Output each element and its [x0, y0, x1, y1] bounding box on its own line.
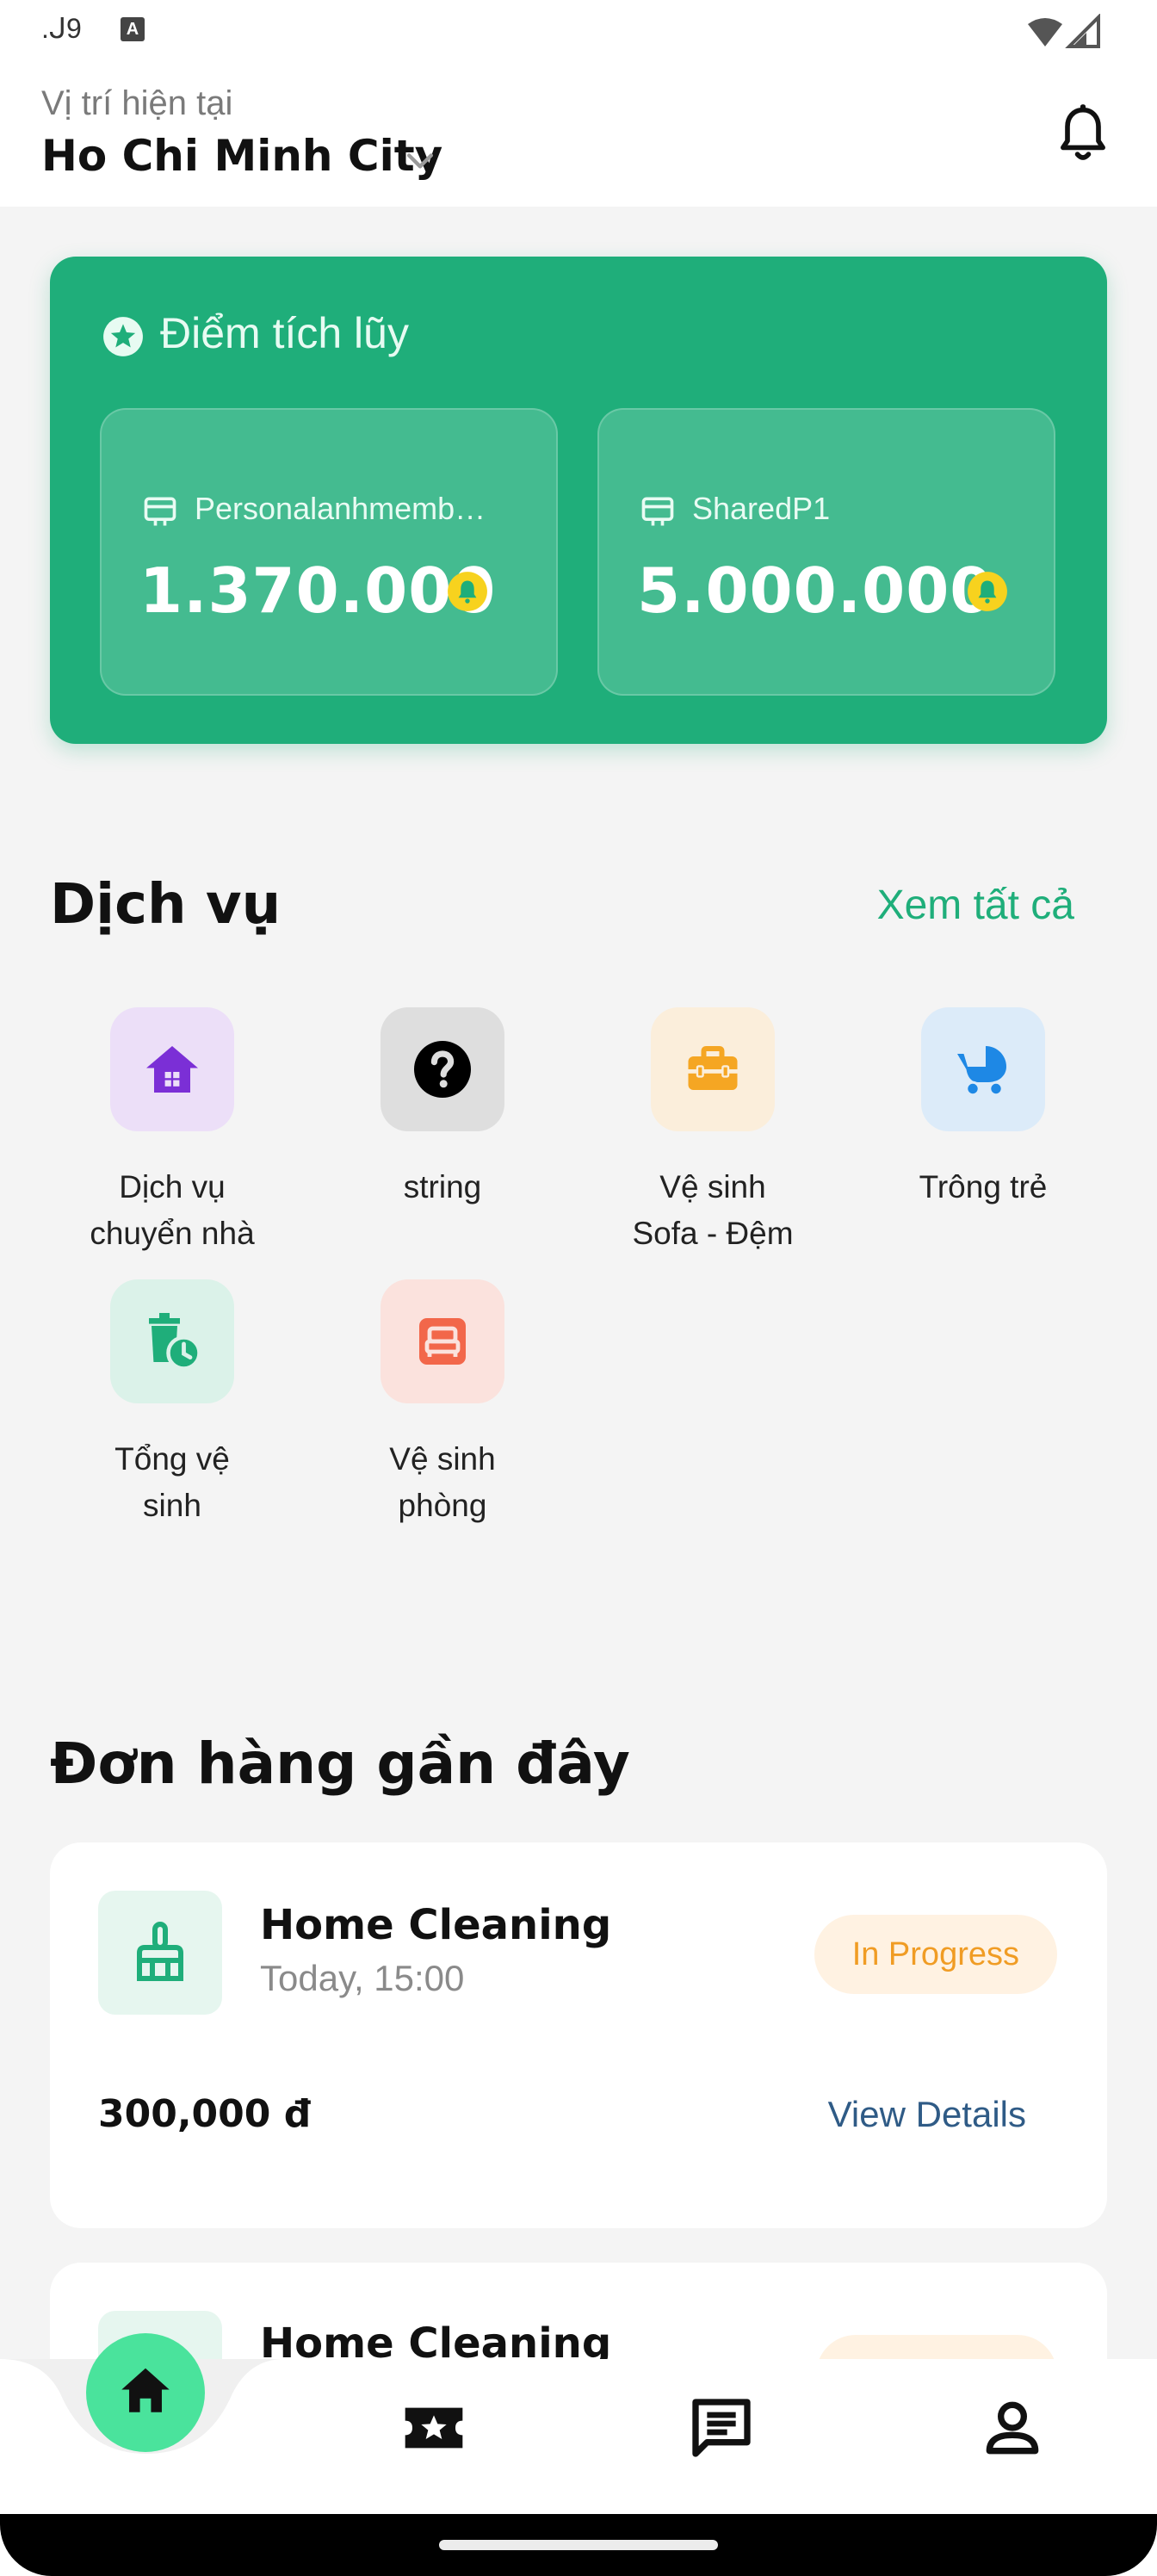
home-icon — [121, 2368, 170, 2412]
order-price: 300,000 đ — [98, 2092, 312, 2136]
gesture-handle[interactable] — [439, 2540, 718, 2550]
view-details-link[interactable]: View Details — [828, 2094, 1026, 2135]
location-selector[interactable]: Ho Chi Minh City — [41, 131, 442, 181]
wallet-balance: 5.000.000 — [637, 554, 994, 627]
points-card: Điểm tích lũy Personalanhmemb… 1.370.000… — [50, 257, 1107, 744]
status-time: .ᒍ9 — [41, 13, 82, 44]
service-icon-box — [110, 1007, 234, 1131]
coin-icon — [968, 572, 1007, 611]
order-time: Today, 15:00 — [260, 1958, 465, 1998]
ticket-star-icon — [405, 2407, 463, 2449]
nav-vouchers[interactable] — [399, 2393, 468, 2462]
stroller-icon — [957, 1046, 1006, 1097]
service-item-general-cleaning[interactable]: Tổng vệ sinh — [43, 1279, 301, 1529]
house-icon — [146, 1046, 198, 1093]
wallet-card-shared[interactable]: SharedP1 5.000.000 — [597, 408, 1055, 696]
location-header: Vị trí hiện tại Ho Chi Minh City — [0, 62, 1157, 207]
service-label: string — [403, 1169, 482, 1204]
service-item-string[interactable]: string — [313, 1007, 572, 1211]
card-icon — [144, 497, 176, 526]
nav-home[interactable] — [86, 2333, 205, 2452]
service-label: sinh — [143, 1488, 201, 1523]
question-icon — [414, 1041, 471, 1098]
bed-icon — [419, 1318, 466, 1365]
signal-wifi-icons — [1028, 14, 1100, 48]
service-icon-box — [381, 1279, 504, 1403]
service-label: phòng — [398, 1488, 487, 1523]
card-icon — [641, 497, 674, 526]
service-label: Dịch vụ — [119, 1169, 226, 1204]
service-label: Vệ sinh — [389, 1441, 496, 1477]
trash-clock-icon — [149, 1313, 201, 1371]
service-label: Tổng vệ — [114, 1441, 230, 1477]
star-badge-icon — [103, 317, 143, 356]
service-icon-box — [921, 1007, 1045, 1131]
wallet-card-personal[interactable]: Personalanhmemb… 1.370.000 — [100, 408, 558, 696]
service-item-room-cleaning[interactable]: Vệ sinh phòng — [313, 1279, 572, 1529]
broom-icon — [137, 1922, 183, 1981]
service-label: Sofa - Đệm — [632, 1216, 794, 1251]
service-label: chuyển nhà — [90, 1216, 255, 1251]
wallet-name: Personalanhmemb… — [195, 491, 486, 526]
nav-profile[interactable] — [978, 2393, 1047, 2462]
chat-icon — [692, 2399, 751, 2457]
nav-messages[interactable] — [687, 2393, 756, 2462]
wallet-name: SharedP1 — [692, 491, 831, 526]
service-icon-box — [381, 1007, 504, 1131]
coin-icon — [448, 572, 487, 611]
service-item-babysitting[interactable]: Trông trẻ — [854, 1007, 1112, 1211]
order-icon-box — [98, 1891, 222, 2015]
briefcase-icon — [688, 1046, 738, 1090]
order-card[interactable]: Home Cleaning Today, 15:00 In Progress 3… — [50, 1842, 1107, 2228]
service-item-moving[interactable]: Dịch vụ chuyển nhà — [43, 1007, 301, 1257]
see-all-link[interactable]: Xem tất cả — [877, 882, 1074, 929]
services-title: Dịch vụ — [50, 873, 282, 937]
recent-orders-title: Đơn hàng gần đây — [50, 1731, 630, 1797]
service-icon-box — [651, 1007, 775, 1131]
service-label: Trông trẻ — [919, 1169, 1048, 1204]
order-service-name: Home Cleaning — [260, 1901, 612, 1949]
service-item-sofa-cleaning[interactable]: Vệ sinh Sofa - Đệm — [584, 1007, 842, 1257]
bell-icon[interactable] — [1055, 103, 1111, 165]
status-badge: In Progress — [814, 1915, 1057, 1994]
service-label: Vệ sinh — [659, 1169, 766, 1204]
location-label: Vị trí hiện tại — [41, 84, 233, 122]
profile-icon — [986, 2401, 1039, 2455]
service-icon-box — [110, 1279, 234, 1403]
notification-badge: A — [121, 17, 145, 41]
chevron-down-icon[interactable] — [401, 141, 439, 179]
wallet-balance: 1.370.000 — [139, 554, 497, 627]
status-bar: .ᒍ9 A — [0, 0, 1157, 62]
points-title: Điểm tích lũy — [160, 309, 409, 357]
